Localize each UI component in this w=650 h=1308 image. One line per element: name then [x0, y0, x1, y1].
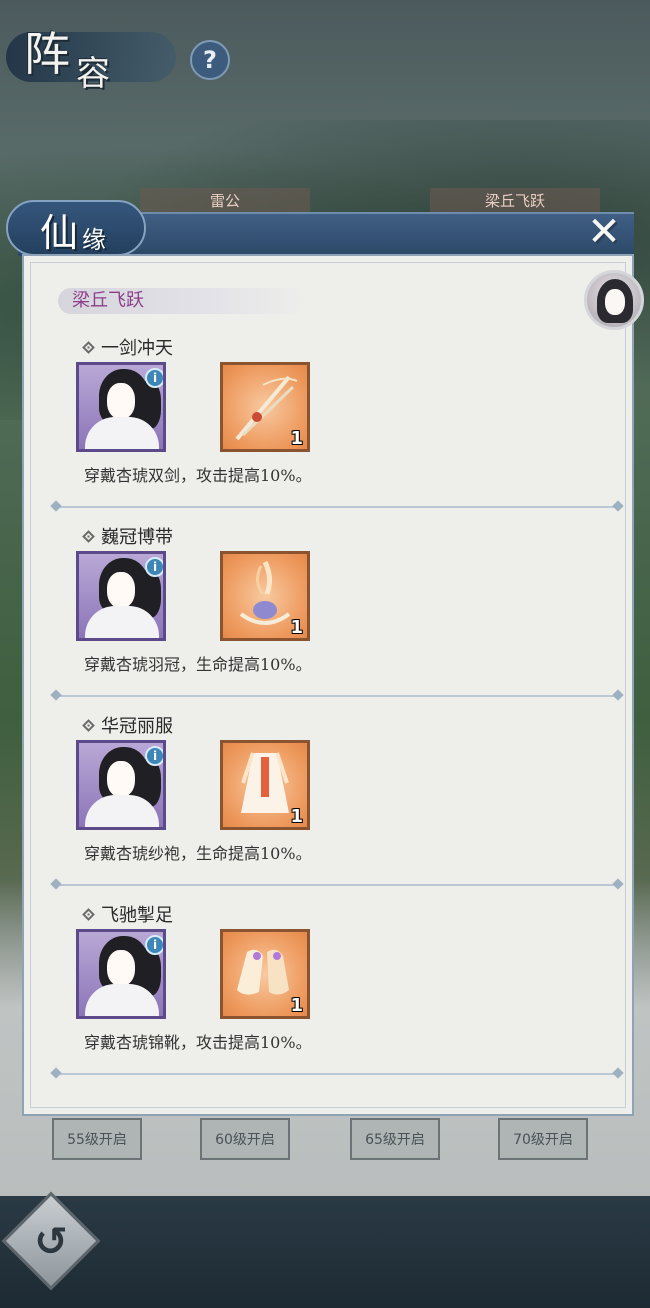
info-icon[interactable]: i — [145, 746, 163, 766]
entry-description: 穿戴杏琥锦靴，攻击提高10%。 — [84, 1033, 312, 1052]
entry-title: 飞驰掣足 — [82, 901, 173, 927]
level-slot-65[interactable]: 65级开启 — [350, 1118, 440, 1160]
entry-divider — [54, 695, 620, 697]
item-count: 1 — [290, 428, 303, 449]
entry-title: 巍冠博带 — [82, 523, 173, 549]
close-button[interactable]: ✕ — [584, 209, 624, 255]
hero-portrait-card[interactable]: i — [76, 551, 166, 641]
back-arrow-icon: ↺ — [34, 1219, 68, 1265]
item-count: 1 — [290, 806, 303, 827]
diamond-bullet-icon — [82, 529, 95, 543]
info-icon[interactable]: i — [145, 368, 163, 388]
entry-title-text: 飞驰掣足 — [101, 905, 173, 926]
diamond-bullet-icon — [82, 907, 95, 921]
entry-title: 华冠丽服 — [82, 712, 173, 738]
page-title-small: 容 — [76, 54, 110, 94]
entry-title-text: 一剑冲天 — [101, 338, 173, 359]
item-count: 1 — [290, 617, 303, 638]
entry-divider — [54, 1073, 620, 1075]
hero-avatar-button[interactable] — [584, 270, 644, 330]
item-card-swords[interactable]: 1 — [220, 362, 310, 452]
page-title: 阵 容 — [6, 10, 176, 94]
hero-portrait-card[interactable]: i — [76, 740, 166, 830]
entry-divider — [54, 884, 620, 886]
level-slot-55[interactable]: 55级开启 — [52, 1118, 142, 1160]
dialog-body: 梁丘飞跃 一剑冲天 i 1 穿戴杏琥双剑，攻击提高10%。 巍冠博带 i 1 穿… — [22, 254, 634, 1116]
level-slot-60[interactable]: 60级开启 — [200, 1118, 290, 1160]
diamond-bullet-icon — [82, 340, 95, 354]
tab-liangqiu[interactable]: 梁丘飞跃 — [430, 188, 600, 212]
fate-entry: 巍冠博带 i 1 穿戴杏琥羽冠，生命提高10%。 — [24, 523, 632, 712]
fate-entry: 飞驰掣足 i 1 穿戴杏琥锦靴，攻击提高10%。 — [24, 901, 632, 1090]
info-icon[interactable]: i — [145, 935, 163, 955]
entry-description: 穿戴杏琥羽冠，生命提高10%。 — [84, 655, 312, 674]
item-card-robe[interactable]: 1 — [220, 740, 310, 830]
hero-portrait-card[interactable]: i — [76, 362, 166, 452]
entry-title-text: 巍冠博带 — [101, 527, 173, 548]
bottom-bar — [0, 1196, 650, 1308]
tab-leigong[interactable]: 雷公 — [140, 188, 310, 212]
fate-entry: 华冠丽服 i 1 穿戴杏琥纱袍，生命提高10%。 — [24, 712, 632, 901]
page-title-big: 阵 — [24, 27, 70, 81]
entry-divider — [54, 506, 620, 508]
dialog-title-big: 仙 — [40, 211, 79, 255]
diamond-bullet-icon — [82, 718, 95, 732]
level-slot-70[interactable]: 70级开启 — [498, 1118, 588, 1160]
item-count: 1 — [290, 995, 303, 1016]
entry-description: 穿戴杏琥双剑，攻击提高10%。 — [84, 466, 312, 485]
item-card-crown[interactable]: 1 — [220, 551, 310, 641]
hero-portrait-card[interactable]: i — [76, 929, 166, 1019]
entry-description: 穿戴杏琥纱袍，生命提高10%。 — [84, 844, 312, 863]
item-card-boots[interactable]: 1 — [220, 929, 310, 1019]
fate-entry: 一剑冲天 i 1 穿戴杏琥双剑，攻击提高10%。 — [24, 334, 632, 523]
info-icon[interactable]: i — [145, 557, 163, 577]
dialog-title-small: 缘 — [82, 226, 106, 254]
fate-banner: 梁丘飞跃 — [58, 288, 308, 314]
fate-banner-label: 梁丘飞跃 — [72, 290, 144, 311]
help-button[interactable]: ? — [190, 40, 230, 80]
entry-title-text: 华冠丽服 — [101, 716, 173, 737]
entry-title: 一剑冲天 — [82, 334, 173, 360]
